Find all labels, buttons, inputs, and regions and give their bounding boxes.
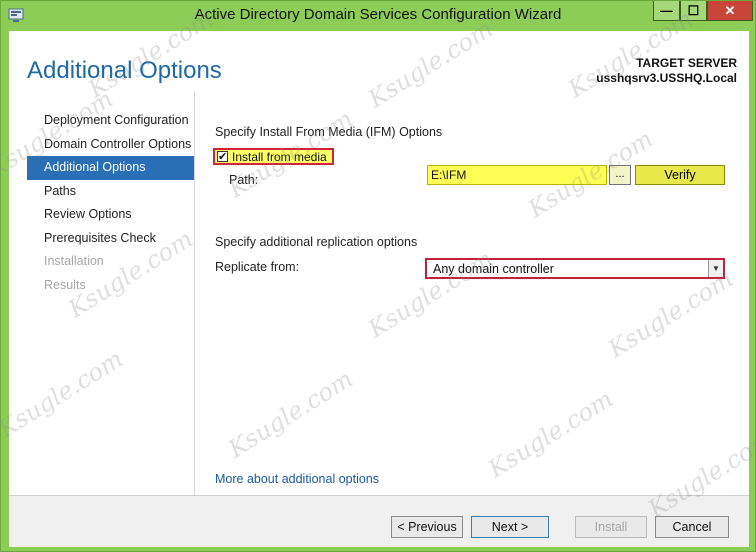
replicate-from-value: Any domain controller [433, 262, 554, 276]
wizard-footer: < Previous Next > Install Cancel [9, 496, 749, 547]
install-button: Install [575, 516, 647, 538]
path-label: Path: [229, 173, 259, 187]
minimize-icon: — [660, 3, 673, 18]
nav-step-deployment-configuration[interactable]: Deployment Configuration [27, 109, 195, 133]
minimize-button[interactable]: — [653, 1, 680, 21]
cancel-button[interactable]: Cancel [655, 516, 729, 538]
chevron-down-icon[interactable]: ▼ [708, 260, 723, 277]
target-server-name: usshqsrv3.USSHQ.Local [596, 71, 737, 85]
wizard-steps-nav: Deployment Configuration Domain Controll… [27, 109, 195, 297]
nav-step-additional-options[interactable]: Additional Options [27, 156, 195, 180]
install-from-media-label: Install from media [232, 149, 327, 164]
maximize-icon: ☐ [687, 2, 700, 18]
install-from-media-checkbox[interactable]: ✔ Install from media [213, 148, 334, 165]
nav-step-installation: Installation [44, 254, 104, 268]
nav-step-paths[interactable]: Paths [27, 180, 195, 204]
checkmark-icon: ✔ [217, 151, 228, 163]
ifm-path-input[interactable] [427, 165, 607, 185]
nav-step-domain-controller-options[interactable]: Domain Controller Options [27, 133, 195, 157]
verify-button[interactable]: Verify [635, 165, 725, 185]
nav-step-prerequisites-check[interactable]: Prerequisites Check [27, 227, 195, 251]
maximize-button[interactable]: ☐ [680, 1, 707, 21]
browse-button[interactable]: ... [609, 165, 631, 185]
wizard-client-area: Additional Options TARGET SERVER usshqsr… [9, 31, 749, 547]
page-title: Additional Options [27, 57, 222, 84]
window-title: Active Directory Domain Services Configu… [194, 6, 562, 23]
nav-step-results: Results [44, 277, 86, 292]
nav-step-review-options[interactable]: Review Options [27, 203, 195, 227]
replication-heading: Specify additional replication options [215, 235, 418, 249]
close-icon: ✕ [724, 2, 736, 18]
wizard-window: Active Directory Domain Services Configu… [0, 0, 756, 552]
more-options-link[interactable]: More about additional options [215, 472, 379, 486]
previous-button[interactable]: < Previous [391, 516, 463, 538]
title-bar[interactable]: Active Directory Domain Services Configu… [1, 1, 755, 31]
close-button[interactable]: ✕ [707, 1, 753, 21]
next-button[interactable]: Next > [471, 516, 549, 538]
replicate-from-label: Replicate from: [215, 260, 300, 274]
ifm-heading: Specify Install From Media (IFM) Options [215, 125, 443, 139]
replicate-from-dropdown[interactable]: Any domain controller ▼ [425, 258, 725, 279]
nav-divider [194, 91, 195, 499]
target-server-label: TARGET SERVER [636, 56, 737, 70]
